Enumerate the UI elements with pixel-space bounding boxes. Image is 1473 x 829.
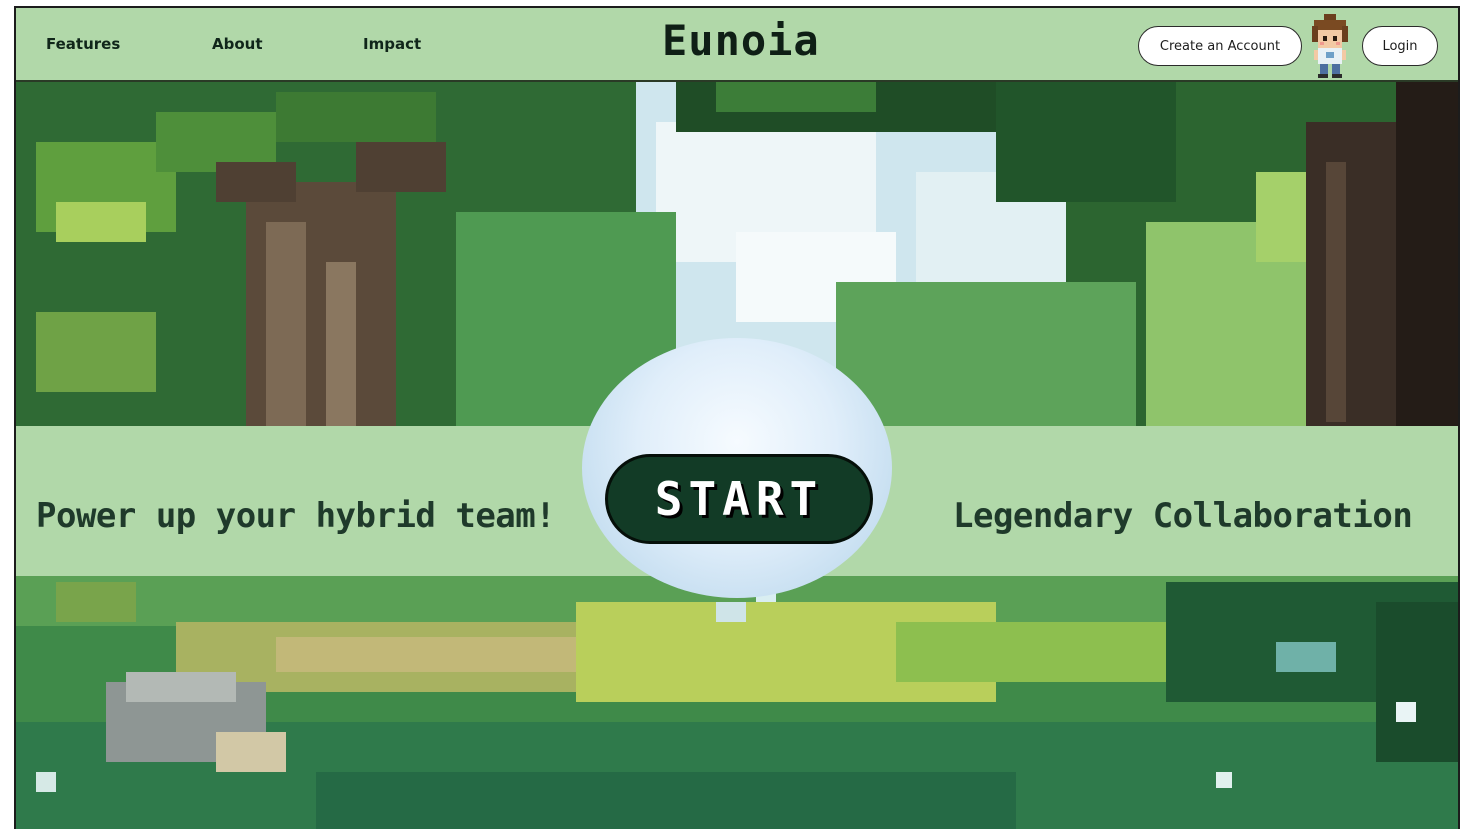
brand-logo[interactable]: Eunoia (662, 16, 820, 65)
nav-link-about[interactable]: About (212, 35, 263, 53)
create-account-button[interactable]: Create an Account (1138, 26, 1302, 66)
pixel-avatar-icon[interactable] (1306, 12, 1354, 80)
nav-link-impact[interactable]: Impact (363, 35, 421, 53)
start-button[interactable]: START (605, 454, 873, 544)
page-frame: Features About Impact Eunoia Create an A… (14, 6, 1460, 829)
top-navbar: Features About Impact Eunoia Create an A… (16, 8, 1458, 82)
left-tagline: Power up your hybrid team! (36, 496, 556, 536)
login-button[interactable]: Login (1362, 26, 1438, 66)
right-tagline: Legendary Collaboration (953, 496, 1413, 536)
nav-link-features[interactable]: Features (46, 35, 120, 53)
